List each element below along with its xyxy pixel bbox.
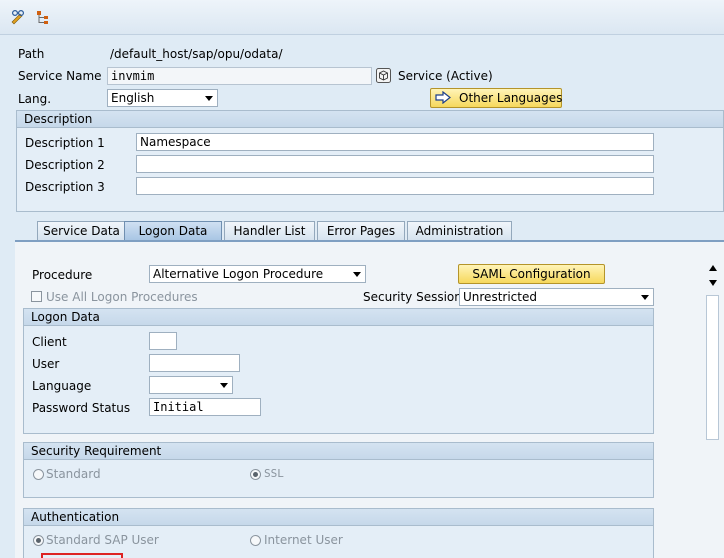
description-2-label: Description 2 <box>25 158 105 172</box>
internet-user-label: Internet User <box>264 533 343 547</box>
standard-label: Standard <box>46 467 101 481</box>
authentication-title: Authentication <box>24 509 653 526</box>
ssl-radio[interactable] <box>250 469 261 480</box>
logon-data-group: Logon Data Client User Language Password… <box>23 308 654 434</box>
description-1-label: Description 1 <box>25 136 105 150</box>
chevron-down-icon <box>205 96 213 101</box>
scrollbar-thumb[interactable] <box>706 295 719 440</box>
user-field[interactable] <box>149 354 240 372</box>
user-label: User <box>32 357 60 371</box>
standard-sap-user-label: Standard SAP User <box>46 533 159 547</box>
edit-glasses-icon[interactable] <box>10 9 26 25</box>
security-requirement-group: Security Requirement Standard SSL <box>23 442 654 498</box>
client-label: Client <box>32 335 67 349</box>
security-session-dropdown[interactable]: Unrestricted <box>459 288 654 306</box>
service-name-field[interactable]: invmim <box>107 67 372 85</box>
scroll-up-icon[interactable] <box>709 265 717 271</box>
security-requirement-title: Security Requirement <box>24 443 653 460</box>
use-all-logon-procedures-label: Use All Logon Procedures <box>46 290 198 304</box>
lang-label: Lang. <box>18 92 52 106</box>
service-name-label: Service Name <box>18 69 102 83</box>
use-all-logon-procedures-checkbox[interactable] <box>31 291 42 302</box>
password-status-label: Password Status <box>32 401 131 415</box>
description-group: Description Description 1 Namespace Desc… <box>16 110 724 212</box>
lang-dropdown-value: English <box>111 91 155 105</box>
description-3-label: Description 3 <box>25 180 105 194</box>
description-3-field[interactable] <box>136 177 654 195</box>
logon-data-panel: Procedure Alternative Logon Procedure SA… <box>15 240 724 558</box>
saml-configuration-button[interactable]: SAML Configuration <box>458 264 605 284</box>
procedure-dropdown-value: Alternative Logon Procedure <box>153 267 324 281</box>
logon-data-title: Logon Data <box>24 309 653 326</box>
tab-error-pages[interactable]: Error Pages <box>317 221 405 240</box>
arrow-right-icon <box>435 90 451 109</box>
language-label: Language <box>32 379 92 393</box>
tab-handler-list[interactable]: Handler List <box>224 221 315 240</box>
tab-service-data[interactable]: Service Data <box>37 221 126 240</box>
chevron-down-icon <box>353 272 361 277</box>
ssl-label: SSL <box>264 467 284 480</box>
tab-administration[interactable]: Administration <box>407 221 512 240</box>
path-value: /default_host/sap/opu/odata/ <box>110 47 283 61</box>
service-object-icon[interactable] <box>376 68 391 83</box>
security-session-label: Security Session: <box>363 290 466 304</box>
description-1-field[interactable]: Namespace <box>136 133 654 151</box>
other-languages-label: Other Languages <box>459 91 563 105</box>
vertical-scrollbar[interactable] <box>705 262 721 558</box>
description-title: Description <box>17 111 723 128</box>
chevron-down-icon <box>220 383 228 388</box>
other-languages-button[interactable]: Other Languages <box>430 88 562 108</box>
lang-dropdown[interactable]: English <box>107 89 218 107</box>
service-status-text: Service (Active) <box>398 69 493 83</box>
password-status-field[interactable]: Initial <box>149 398 261 416</box>
standard-sap-user-radio[interactable] <box>33 535 44 546</box>
scroll-down-icon[interactable] <box>709 280 717 286</box>
client-field[interactable] <box>149 332 177 350</box>
path-label: Path <box>18 47 45 61</box>
standard-radio[interactable] <box>33 469 44 480</box>
procedure-dropdown[interactable]: Alternative Logon Procedure <box>149 265 366 283</box>
tab-logon-data[interactable]: Logon Data <box>124 221 222 240</box>
authentication-group: Authentication Standard SAP User Interne… <box>23 508 654 558</box>
procedure-label: Procedure <box>32 268 93 282</box>
hierarchy-icon[interactable] <box>35 9 51 25</box>
internet-user-radio[interactable] <box>250 535 261 546</box>
chevron-down-icon <box>641 295 649 300</box>
language-dropdown[interactable] <box>149 376 233 394</box>
security-session-value: Unrestricted <box>463 290 537 304</box>
application-toolbar <box>0 0 724 35</box>
description-2-field[interactable] <box>136 155 654 173</box>
required-marker <box>41 553 123 558</box>
